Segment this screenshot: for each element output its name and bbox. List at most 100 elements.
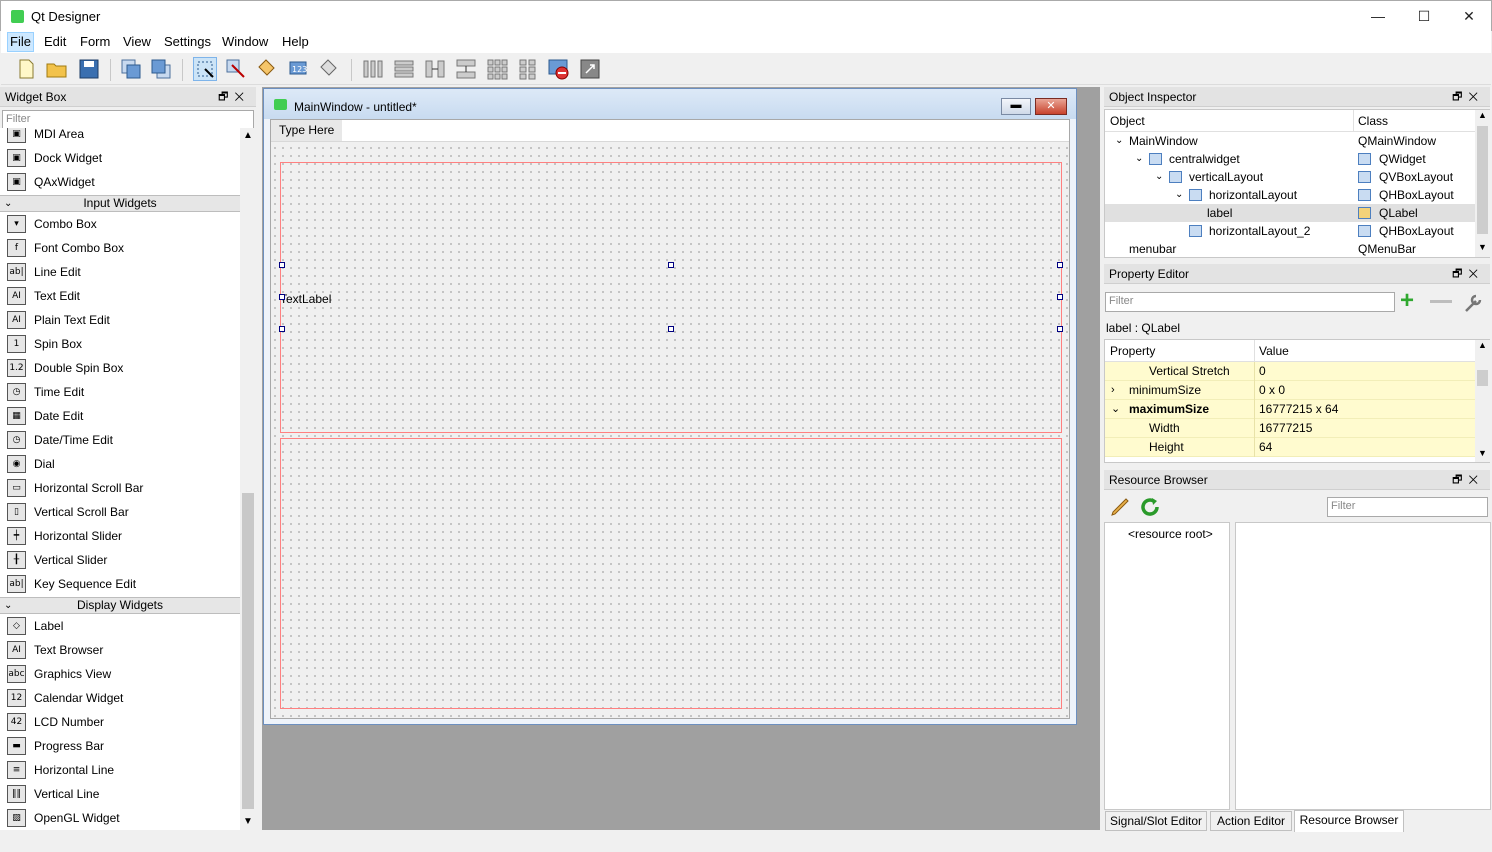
widget-box-item[interactable]: AI Text Browser (0, 638, 240, 662)
widget-box-item[interactable]: ◇ Label (0, 614, 240, 638)
widget-box-item[interactable]: AI Text Edit (0, 284, 240, 308)
widget-box-item[interactable]: 1 Spin Box (0, 332, 240, 356)
object-tree-row[interactable]: ⌄ verticalLayout QVBoxLayout (1105, 168, 1475, 186)
resize-handle[interactable] (279, 262, 285, 268)
property-row[interactable]: › minimumSize 0 x 0 (1105, 381, 1475, 400)
property-column-header[interactable]: Property (1110, 344, 1155, 358)
chevron-down-icon[interactable]: ⌄ (1155, 168, 1163, 186)
property-row[interactable]: Width 16777215 (1105, 419, 1475, 438)
type-here-menu[interactable]: Type Here (271, 120, 343, 141)
property-value[interactable]: 16777215 (1259, 419, 1312, 438)
widget-box-item[interactable]: f Font Combo Box (0, 236, 240, 260)
menu-help[interactable]: Help (280, 34, 311, 49)
widget-box-item[interactable]: ┿ Horizontal Slider (0, 524, 240, 548)
widget-box-item[interactable]: 12 Calendar Widget (0, 686, 240, 710)
layout-splitter-horizontal-button[interactable] (423, 57, 447, 81)
dock-float-close-buttons[interactable]: 🗗✕ (1452, 470, 1484, 490)
object-inspector-scrollbar[interactable]: ▲ ▼ (1475, 110, 1490, 257)
widget-box-item[interactable]: ≡ Horizontal Line (0, 758, 240, 782)
widget-box-item[interactable]: ◷ Time Edit (0, 380, 240, 404)
property-row[interactable]: Vertical Stretch 0 (1105, 362, 1475, 381)
tab-signal-slot-editor[interactable]: Signal/Slot Editor (1105, 811, 1207, 831)
resource-filter[interactable]: Filter (1327, 497, 1488, 517)
break-layout-button[interactable] (547, 57, 571, 81)
property-value[interactable]: 0 x 0 (1259, 381, 1285, 400)
object-tree-row[interactable]: ⌄ MainWindow QMainWindow (1105, 132, 1475, 150)
minimize-button[interactable]: — (1355, 1, 1401, 31)
layout-grid-button[interactable] (485, 57, 509, 81)
resize-handle[interactable] (279, 294, 285, 300)
widget-box-item[interactable]: ab| Line Edit (0, 260, 240, 284)
add-dynamic-property-button[interactable]: + (1400, 289, 1424, 314)
widget-box-item[interactable]: ◉ Dial (0, 452, 240, 476)
chevron-right-icon[interactable]: › (1111, 381, 1115, 400)
resize-handle[interactable] (1057, 326, 1063, 332)
edit-buddies-button[interactable] (255, 57, 279, 81)
horizontal-layout-box[interactable] (280, 162, 1062, 433)
menu-window[interactable]: Window (220, 34, 270, 49)
object-tree-row[interactable]: ⌄ centralwidget QWidget (1105, 150, 1475, 168)
save-form-button[interactable] (77, 57, 101, 81)
category-display-widgets[interactable]: ⌄ Display Widgets (0, 597, 240, 614)
open-form-button[interactable] (45, 57, 69, 81)
dock-float-close-buttons[interactable]: 🗗✕ (218, 87, 250, 107)
tab-action-editor[interactable]: Action Editor (1210, 811, 1292, 831)
widget-box-item[interactable]: ▣ MDI Area (0, 128, 240, 146)
property-editor-scrollbar[interactable]: ▲ ▼ (1475, 340, 1490, 462)
layout-vertically-button[interactable] (392, 57, 416, 81)
property-row[interactable]: ⌄ maximumSize 16777215 x 64 (1105, 400, 1475, 419)
close-button[interactable]: ✕ (1446, 1, 1492, 31)
resize-handle[interactable] (279, 326, 285, 332)
edit-signals-slots-button[interactable] (224, 57, 248, 81)
menu-view[interactable]: View (121, 34, 153, 49)
remove-dynamic-property-button[interactable] (1430, 300, 1452, 303)
new-form-button[interactable] (14, 57, 38, 81)
widget-box-item[interactable]: ▨ OpenGL Widget (0, 806, 240, 830)
widget-box-item[interactable]: ▾ Combo Box (0, 212, 240, 236)
widget-box-item[interactable]: ╂ Vertical Slider (0, 548, 240, 572)
menu-settings[interactable]: Settings (162, 34, 213, 49)
widget-box-item[interactable]: ▣ Dock Widget (0, 146, 240, 170)
property-value[interactable]: 0 (1259, 362, 1266, 381)
form-window[interactable]: MainWindow - untitled* ▬ ✕ Type Here Tex… (263, 88, 1077, 725)
resize-handle[interactable] (1057, 262, 1063, 268)
menu-form[interactable]: Form (78, 34, 112, 49)
widget-box-item[interactable]: ▣ QAxWidget (0, 170, 240, 194)
menu-edit[interactable]: Edit (42, 34, 68, 49)
tab-resource-browser[interactable]: Resource Browser (1294, 810, 1404, 832)
menu-file[interactable]: File (7, 32, 34, 52)
layout-horizontally-button[interactable] (361, 57, 385, 81)
widget-box-filter[interactable]: Filter (2, 110, 254, 129)
widget-box-item[interactable]: ab| Key Sequence Edit (0, 572, 240, 596)
class-column-header[interactable]: Class (1358, 114, 1388, 128)
reload-resources-button[interactable] (1138, 495, 1162, 519)
widget-box-item[interactable]: 42 LCD Number (0, 710, 240, 734)
property-value[interactable]: 64 (1259, 438, 1272, 457)
widget-box-item[interactable]: AI Plain Text Edit (0, 308, 240, 332)
resource-root-item[interactable]: <resource root> (1128, 527, 1213, 541)
property-value[interactable]: 16777215 x 64 (1259, 400, 1338, 419)
property-filter[interactable]: Filter (1105, 292, 1395, 312)
widget-box-item[interactable]: ◷ Date/Time Edit (0, 428, 240, 452)
chevron-down-icon[interactable]: ⌄ (1111, 400, 1120, 419)
chevron-down-icon[interactable]: ⌄ (1115, 132, 1123, 150)
horizontal-layout-2-box[interactable] (280, 438, 1062, 709)
resize-handle[interactable] (668, 326, 674, 332)
layout-form-button[interactable] (516, 57, 540, 81)
configure-property-editor-button[interactable] (1462, 292, 1486, 314)
bring-to-front-button[interactable] (119, 57, 143, 81)
object-tree-row[interactable]: ⌄ horizontalLayout QHBoxLayout (1105, 186, 1475, 204)
dock-float-close-buttons[interactable]: 🗗✕ (1452, 264, 1484, 284)
widget-box-item[interactable]: ▦ Date Edit (0, 404, 240, 428)
adjust-size-button[interactable] (578, 57, 602, 81)
send-to-back-button[interactable] (149, 57, 173, 81)
form-central-area[interactable]: Type Here TextLabel (270, 119, 1070, 719)
text-label[interactable]: TextLabel (280, 292, 331, 306)
edit-resources-button[interactable] (317, 57, 341, 81)
widget-box-item[interactable]: ▬ Progress Bar (0, 734, 240, 758)
widget-box-scrollbar[interactable]: ▲ ▼ (240, 128, 256, 830)
form-minimize-button[interactable]: ▬ (1001, 98, 1031, 115)
maximize-button[interactable]: ☐ (1401, 1, 1447, 31)
edit-widgets-button[interactable] (193, 57, 217, 81)
resize-handle[interactable] (668, 262, 674, 268)
